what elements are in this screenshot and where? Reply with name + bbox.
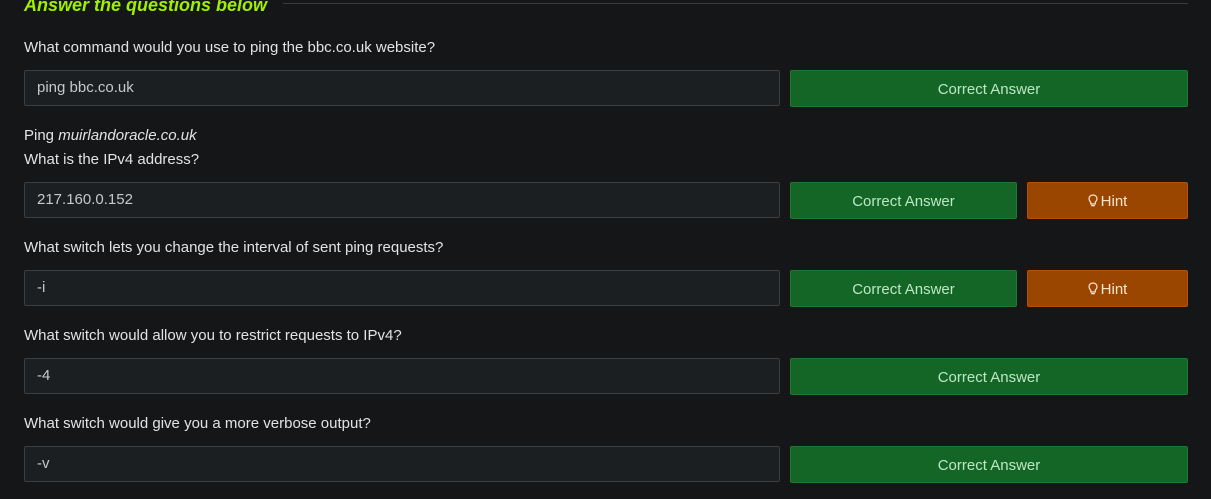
question-5-text: What switch would give you a more verbos…: [24, 415, 371, 432]
question-2-hostname: muirlandoracle.co.uk: [58, 127, 197, 144]
answer-field-4[interactable]: -4: [24, 358, 780, 394]
question-2-pretext: Ping muirlandoracle.co.uk: [24, 124, 197, 148]
hint-label-3: Hint: [1100, 281, 1128, 298]
hint-button-3[interactable]: Hint: [1027, 270, 1188, 307]
hint-label-2: Hint: [1100, 193, 1128, 210]
correct-answer-button-4[interactable]: Correct Answer: [790, 358, 1188, 395]
answer-field-1[interactable]: ping bbc.co.uk: [24, 70, 780, 106]
answer-field-3[interactable]: -i: [24, 270, 780, 306]
correct-answer-button-2[interactable]: Correct Answer: [790, 182, 1017, 219]
correct-answer-button-3[interactable]: Correct Answer: [790, 270, 1017, 307]
question-2-text: What is the IPv4 address?: [24, 151, 200, 168]
lightbulb-icon: [1088, 282, 1098, 295]
lightbulb-icon: [1088, 194, 1098, 207]
section-divider: [283, 3, 1188, 4]
answer-field-2[interactable]: 217.160.0.152: [24, 182, 780, 218]
hint-button-2[interactable]: Hint: [1027, 182, 1188, 219]
question-3-text: What switch lets you change the interval…: [24, 239, 444, 256]
answer-field-5[interactable]: -v: [24, 446, 780, 482]
section-title: Answer the questions below: [24, 0, 268, 15]
correct-answer-button-5[interactable]: Correct Answer: [790, 446, 1188, 483]
section-header: Answer the questions below: [24, 0, 1188, 16]
correct-answer-button-1[interactable]: Correct Answer: [790, 70, 1188, 107]
question-4-text: What switch would allow you to restrict …: [24, 327, 402, 344]
question-1-text: What command would you use to ping the b…: [24, 39, 436, 56]
question-2-pre: Ping: [24, 127, 59, 144]
